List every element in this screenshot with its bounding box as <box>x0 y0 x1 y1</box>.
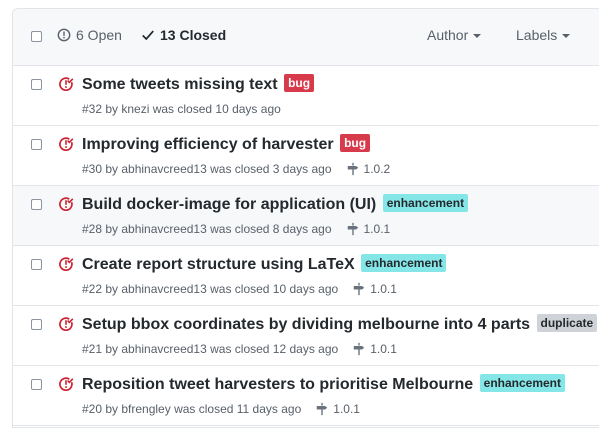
closed-issues-label: 13 Closed <box>160 27 227 43</box>
issue-title: Improving efficiency of harvester <box>82 136 334 153</box>
milestone-icon <box>347 222 358 236</box>
issue-opened-icon <box>57 28 71 42</box>
open-issues-filter[interactable]: 6 Open <box>57 27 122 43</box>
milestone-label: 1.0.2 <box>363 162 391 176</box>
issue-row[interactable]: Reposition tweet harvesters to prioritis… <box>13 366 599 426</box>
issue-checkbox[interactable] <box>31 79 42 90</box>
issue-meta-text: #22 by abhinavcreed13 was closed 10 days… <box>82 282 339 296</box>
issue-meta-text: #21 by abhinavcreed13 was closed 12 days… <box>82 342 339 356</box>
issue-title-link[interactable]: Create report structure using LaTeX enha… <box>82 254 447 274</box>
issue-meta-text: #30 by abhinavcreed13 was closed 3 days … <box>82 162 332 176</box>
issue-closed-icon <box>59 197 74 211</box>
issue-meta: #22 by abhinavcreed13 was closed 10 days… <box>82 282 397 296</box>
issue-meta: #21 by abhinavcreed13 was closed 12 days… <box>82 342 397 356</box>
issue-title: Setup bbox coordinates by dividing melbo… <box>82 316 531 333</box>
issues-list: Some tweets missing text bug #32 by knezi… <box>13 66 599 426</box>
caret-down-icon <box>562 34 571 38</box>
milestone-label: 1.0.1 <box>363 222 391 236</box>
milestone-link[interactable]: 1.0.1 <box>352 282 397 296</box>
issues-list-header: 6 Open 13 Closed Author Labels <box>13 9 599 66</box>
milestone-link[interactable]: 1.0.1 <box>315 402 360 416</box>
milestone-label: 1.0.1 <box>370 342 397 356</box>
issue-meta-text: #20 by bfrengley was closed 11 days ago <box>82 402 302 416</box>
issue-label[interactable]: enhancement <box>361 254 447 272</box>
issue-title-link[interactable]: Build docker-image for application (UI) … <box>82 194 469 214</box>
issue-checkbox[interactable] <box>31 379 42 390</box>
issue-closed-icon <box>59 257 74 271</box>
milestone-icon <box>353 342 365 356</box>
issues-list-box: 6 Open 13 Closed Author Labels Some twee… <box>12 8 599 428</box>
issue-checkbox[interactable] <box>31 199 42 210</box>
closed-issues-filter[interactable]: 13 Closed <box>141 27 226 43</box>
issue-title-link[interactable]: Reposition tweet harvesters to prioritis… <box>82 374 565 394</box>
issue-meta: #20 by bfrengley was closed 11 days ago 1… <box>82 402 360 416</box>
issue-title-link[interactable]: Setup bbox coordinates by dividing melbo… <box>82 314 598 334</box>
milestone-icon <box>353 282 365 296</box>
milestone-icon <box>317 402 328 416</box>
issue-meta-text: #32 by knezi was closed 10 days ago <box>82 102 281 116</box>
milestone-icon <box>347 162 358 176</box>
issue-closed-icon <box>59 137 74 151</box>
milestone-link[interactable]: 1.0.2 <box>346 162 391 176</box>
check-icon <box>142 30 154 41</box>
issue-checkbox[interactable] <box>31 259 42 270</box>
labels-filter-dropdown[interactable]: Labels <box>516 27 571 43</box>
issue-row[interactable]: Build docker-image for application (UI) … <box>13 186 599 246</box>
issue-title: Reposition tweet harvesters to prioritis… <box>82 376 474 393</box>
open-issues-label: 6 Open <box>76 27 122 43</box>
labels-filter-label: Labels <box>516 27 558 43</box>
issue-title-link[interactable]: Improving efficiency of harvester bug <box>82 134 371 154</box>
milestone-label: 1.0.1 <box>333 402 360 416</box>
issue-meta: #30 by abhinavcreed13 was closed 3 days … <box>82 162 390 176</box>
issue-label[interactable]: enhancement <box>479 374 565 392</box>
issue-meta: #28 by abhinavcreed13 was closed 8 days … <box>82 222 390 236</box>
milestone-link[interactable]: 1.0.1 <box>352 342 397 356</box>
author-filter-label: Author <box>427 27 469 43</box>
issue-checkbox[interactable] <box>31 139 42 150</box>
select-all-checkbox[interactable] <box>31 31 42 42</box>
issue-closed-icon <box>59 377 74 391</box>
issue-row[interactable]: Create report structure using LaTeX enha… <box>13 246 599 306</box>
issue-meta: #32 by knezi was closed 10 days ago <box>82 102 281 116</box>
caret-down-icon <box>473 34 482 38</box>
issue-label[interactable]: enhancement <box>382 194 469 212</box>
issue-row[interactable]: Setup bbox coordinates by dividing melbo… <box>13 306 599 366</box>
milestone-link[interactable]: 1.0.1 <box>346 222 391 236</box>
issue-title: Create report structure using LaTeX <box>82 256 355 273</box>
issue-row[interactable]: Some tweets missing text bug #32 by knezi… <box>13 66 599 126</box>
issue-closed-icon <box>59 317 74 331</box>
issue-label[interactable]: bug <box>340 134 371 152</box>
issue-title-link[interactable]: Some tweets missing text bug <box>82 74 315 94</box>
issue-title: Some tweets missing text <box>82 76 278 93</box>
issue-title: Build docker-image for application (UI) <box>82 196 377 213</box>
issue-row[interactable]: Improving efficiency of harvester bug #30… <box>13 126 599 186</box>
author-filter-dropdown[interactable]: Author <box>427 27 482 43</box>
issue-label[interactable]: duplicate <box>536 314 598 332</box>
issue-checkbox[interactable] <box>31 319 42 330</box>
issue-meta-text: #28 by abhinavcreed13 was closed 8 days … <box>82 222 332 236</box>
milestone-label: 1.0.1 <box>370 282 397 296</box>
issue-label[interactable]: bug <box>284 74 315 92</box>
issue-closed-icon <box>59 77 74 91</box>
